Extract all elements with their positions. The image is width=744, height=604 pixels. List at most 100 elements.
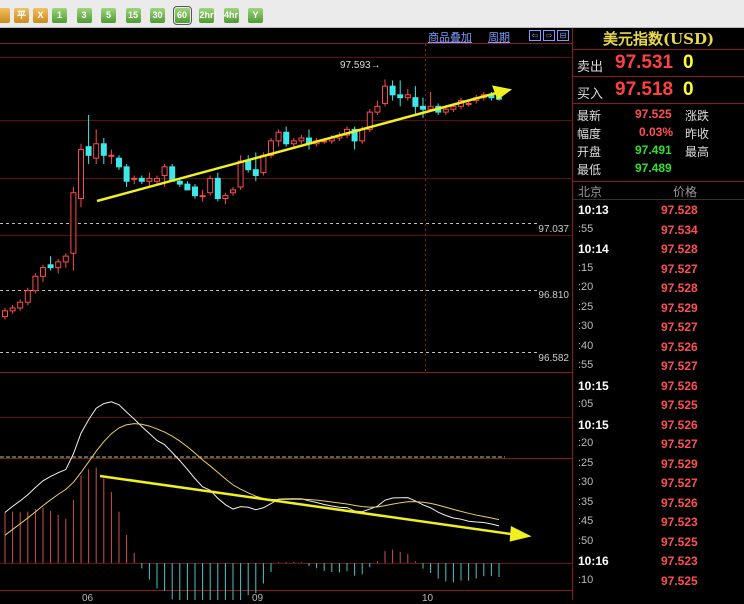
tick-time: :20 [578,281,594,293]
tick-price: 97.534 [661,222,698,237]
candle-body [184,183,191,191]
period-button[interactable]: 平 [14,8,29,23]
period-button[interactable]: 1 [52,8,67,23]
macd-indicator [0,401,573,600]
tick-time: :30 [578,476,594,488]
amplitude-label: 幅度 [577,127,602,141]
tick-time: :55 [578,222,594,235]
candle-body [230,189,236,194]
candle-body [62,255,69,263]
tick-row: :25 97.529 [573,298,744,318]
layout-button[interactable]: ⊟ [557,30,569,41]
change-label: 涨跌 [685,109,710,123]
candles [2,79,502,320]
period-button[interactable] [0,8,10,23]
buy-price: 97.518 [615,79,674,100]
prev-close-label: 昨收 [685,127,710,141]
period-button[interactable]: 30 [150,8,165,23]
candle-body [420,105,426,110]
candle-body [214,177,221,200]
candle-body [199,195,206,198]
low-label: 最低 [577,163,602,177]
candle-body [70,192,77,254]
x-label: 06 [82,593,94,604]
candle-body [290,140,297,145]
uptrend-line [96,90,501,203]
candle-body [78,149,84,200]
open-value: 97.491 [635,143,672,157]
tick-time: :25 [578,300,594,313]
overlay-link[interactable]: 商品叠加 [428,29,472,45]
tick-time: :40 [578,339,594,352]
period-button[interactable]: Y [248,8,263,23]
scroll-left-button[interactable]: ⇦ [529,30,541,41]
candle-body [207,177,214,194]
x-label: 10 [422,593,434,604]
price-levels [0,223,540,353]
tick-price: 97.527 [661,320,698,334]
kline-chart[interactable]: 商品叠加 周期 ⇦ ⇨ ⊟ 97.593→ 97.037 96.810 96.5… [0,28,573,604]
x-label: 09 [252,593,264,604]
period-button[interactable]: 3 [76,8,92,23]
downtrend-line [99,474,519,537]
tick-time: :30 [578,320,594,332]
candle-body [389,85,396,96]
candle-body [465,102,472,105]
candle-body [93,143,100,159]
tick-price: 97.523 [661,515,698,529]
period-button[interactable]: 5 [101,8,116,23]
candle-body [412,97,419,107]
tick-row: :45 97.523 [573,512,744,532]
quote-panel: 美元指数(USD) 卖出 97.531 0 买入 97.518 0 最新 97.… [573,28,744,600]
tick-row: :10 97.525 [573,571,744,591]
period-button[interactable]: 2hr [199,8,214,23]
candle-body [359,128,366,142]
tick-price: 97.529 [661,456,698,471]
sell-row[interactable]: 卖出 97.531 0 [573,50,744,77]
tick-row: 10:16 97.523 [573,551,744,571]
tick-price: 97.526 [661,495,698,510]
candle-body [245,160,252,171]
tick-time: :50 [578,534,594,547]
buy-row[interactable]: 买入 97.518 0 [573,77,744,104]
tick-time: 10:15 [578,417,609,432]
period-button[interactable]: X [33,8,48,23]
tick-time: :45 [578,515,594,527]
tick-time: 10:13 [578,203,609,217]
period-button[interactable]: 4hr [223,8,239,23]
tick-price: 97.526 [661,378,698,393]
candle-body [2,310,8,318]
tick-time: :15 [578,261,594,274]
tick-row: 10:15 97.526 [573,415,744,435]
candle-body [131,177,138,180]
price-label: 96.810 [538,290,569,301]
grid [0,43,573,591]
high-value: 97.593 [340,60,371,71]
candle-body [100,143,107,156]
high-label: 最高 [685,145,710,159]
tick-price: 97.528 [661,203,698,217]
tick-price: 97.526 [661,339,698,354]
tick-row: :20 97.528 [573,278,744,298]
low-value: 97.489 [635,161,672,175]
buy-label: 买入 [577,87,604,102]
tick-row: :50 97.525 [573,532,744,552]
candle-body [252,169,259,176]
tick-time: 10:15 [578,378,609,393]
period-button[interactable]: 15 [125,8,141,23]
tick-row: 10:13 97.528 [573,200,744,220]
tick-price: 97.525 [661,534,698,549]
ticks-header: 北京 价格 [573,182,744,200]
candle-body [154,177,160,182]
tick-row: :55 97.527 [573,356,744,376]
candle-body [382,85,388,104]
tick-row: 10:15 97.526 [573,376,744,396]
scroll-right-button[interactable]: ⇨ [543,30,555,41]
period-button[interactable]: 60 [172,6,192,25]
tick-price: 97.523 [661,554,698,568]
candle-body [9,307,16,312]
tick-list[interactable]: 10:13 97.528:55 97.534 10:14 97.528:15 97.527… [573,200,744,590]
period-link[interactable]: 周期 [488,29,510,45]
time-col-header: 北京 [578,185,603,199]
tick-price: 97.528 [661,242,698,256]
